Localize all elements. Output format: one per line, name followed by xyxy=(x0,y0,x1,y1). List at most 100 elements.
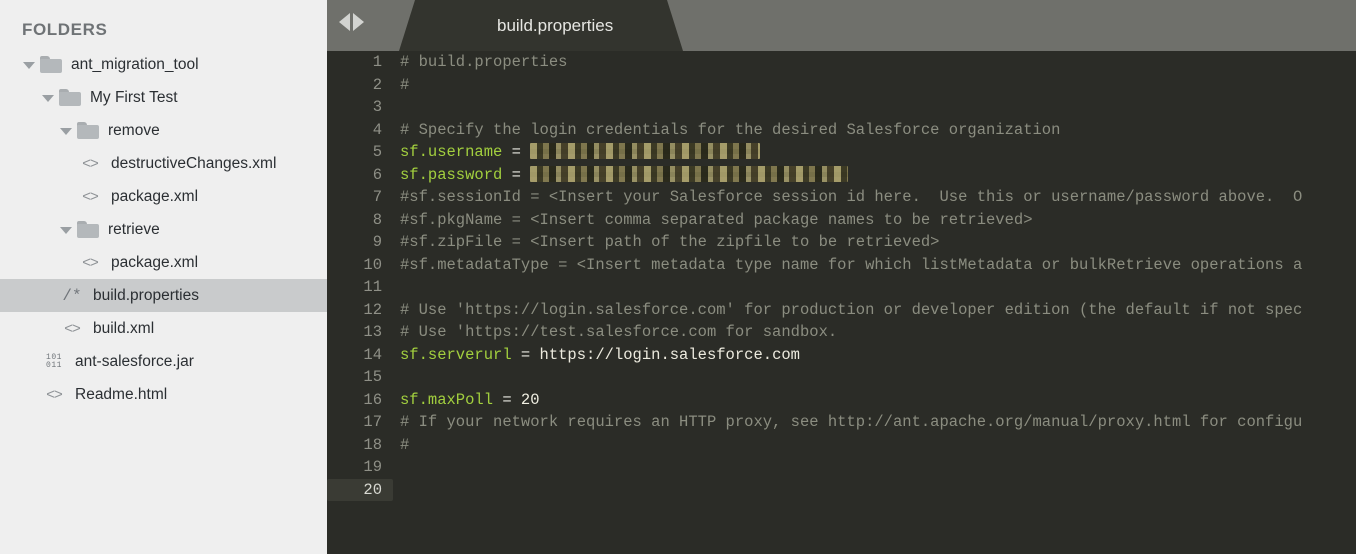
chevron-down-icon[interactable] xyxy=(59,124,72,137)
code-line[interactable]: sf.username = xyxy=(393,141,1356,164)
tree-item-my-first-test[interactable]: My First Test xyxy=(0,81,327,114)
line-number: 6 xyxy=(372,165,382,184)
tab-nav-arrows[interactable] xyxy=(339,13,364,31)
code-file-icon: <> xyxy=(46,386,63,403)
tab-build-properties[interactable]: build.properties × xyxy=(399,0,683,51)
code-line[interactable]: #sf.sessionId = <Insert your Salesforce … xyxy=(393,186,1356,209)
properties-file-icon: /* xyxy=(62,286,82,305)
file-tree: ant_migration_tool My First Test remove <> d… xyxy=(0,48,327,411)
token-comment: # If your network requires an HTTP proxy… xyxy=(400,413,1303,431)
code-line[interactable]: sf.maxPoll = 20 xyxy=(393,389,1356,412)
token-comment: #sf.pkgName = <Insert comma separated pa… xyxy=(400,210,1033,229)
tree-item-destructivechanges-xml[interactable]: <> destructiveChanges.xml xyxy=(0,147,327,180)
tree-item-package-xml[interactable]: <> package.xml xyxy=(0,246,327,279)
code-line[interactable]: # If your network requires an HTTP proxy… xyxy=(393,411,1356,434)
tree-item-ant-salesforce-jar[interactable]: 101 011 ant-salesforce.jar xyxy=(0,345,327,378)
tree-item-label: ant_migration_tool xyxy=(71,55,199,73)
arrow-right-icon[interactable] xyxy=(353,13,364,31)
token-key: sf.password xyxy=(400,165,503,184)
code-line[interactable]: #sf.metadataType = <Insert metadata type… xyxy=(393,254,1356,277)
chevron-down-icon[interactable] xyxy=(59,223,72,236)
sidebar-title: FOLDERS xyxy=(22,20,108,39)
code-line[interactable]: # Use 'https://test.salesforce.com for s… xyxy=(393,321,1356,344)
tree-item-label: Readme.html xyxy=(75,385,168,403)
code-line[interactable]: sf.password = xyxy=(393,164,1356,187)
token-eq: = xyxy=(493,390,521,409)
token-number: 20 xyxy=(520,390,540,409)
code-line[interactable]: #sf.pkgName = <Insert comma separated pa… xyxy=(393,209,1356,232)
code-line[interactable]: # Specify the login credentials for the … xyxy=(393,119,1356,142)
line-number: 16 xyxy=(363,390,382,409)
code-line[interactable]: # xyxy=(393,434,1356,457)
code-line[interactable]: #sf.zipFile = <Insert path of the zipfil… xyxy=(393,231,1356,254)
chevron-down-icon[interactable] xyxy=(22,58,35,71)
token-comment: # xyxy=(400,75,410,94)
code-line[interactable] xyxy=(393,479,1356,502)
line-number: 12 xyxy=(363,300,382,319)
code-area[interactable]: 1 2 3 4 5 6 7 8 9 10 11 12 13 14 15 16 17 18 19 20 # build.… xyxy=(327,51,1356,554)
line-number: 7 xyxy=(372,188,382,206)
tree-item-remove[interactable]: remove xyxy=(0,114,327,147)
code-line[interactable]: # Use 'https://login.salesforce.com' for… xyxy=(393,299,1356,322)
code-line[interactable]: sf.serverurl = https://login.salesforce.… xyxy=(393,344,1356,367)
close-icon[interactable]: × xyxy=(681,16,683,35)
token-key: sf.username xyxy=(400,143,503,161)
redacted-value xyxy=(530,165,849,182)
token-eq: = xyxy=(502,143,531,161)
folder-icon xyxy=(59,89,81,106)
code-content[interactable]: # build.properties # # Specify the login … xyxy=(393,51,1356,554)
line-number: 14 xyxy=(363,345,382,364)
line-number: 19 xyxy=(363,458,382,476)
tree-item-readme-html[interactable]: <> Readme.html xyxy=(0,378,327,411)
tree-item-label: package.xml xyxy=(111,253,199,271)
editor-window: FOLDERS ant_migration_tool My First Test r… xyxy=(0,0,1356,554)
folder-icon xyxy=(40,56,62,73)
code-line[interactable] xyxy=(393,276,1356,299)
line-number: 5 xyxy=(372,143,382,161)
tree-item-label: build.properties xyxy=(93,286,199,304)
tree-item-label: My First Test xyxy=(90,88,178,106)
chevron-down-icon[interactable] xyxy=(41,91,54,104)
code-line[interactable] xyxy=(393,456,1356,479)
line-number: 11 xyxy=(363,278,382,296)
tab-label: build.properties xyxy=(497,15,614,35)
line-number: 10 xyxy=(363,255,382,274)
tree-item-label: retrieve xyxy=(108,220,160,238)
line-number: 13 xyxy=(363,323,382,341)
tree-item-label: remove xyxy=(108,121,160,139)
binary-file-icon: 101 011 xyxy=(46,352,62,370)
code-line[interactable] xyxy=(393,96,1356,119)
token-key: sf.maxPoll xyxy=(400,390,494,409)
tab-bar: build.properties × xyxy=(327,0,1356,51)
token-comment: #sf.metadataType = <Insert metadata type… xyxy=(400,255,1303,274)
token-eq: = xyxy=(511,345,540,364)
token-comment: # Use 'https://login.salesforce.com' for… xyxy=(400,300,1303,319)
line-number-gutter: 1 2 3 4 5 6 7 8 9 10 11 12 13 14 15 16 17 18 19 20 xyxy=(327,51,393,554)
tree-item-package-xml[interactable]: <> package.xml xyxy=(0,180,327,213)
line-number: 20 xyxy=(327,478,393,501)
code-file-icon: <> xyxy=(82,155,99,172)
code-file-icon: <> xyxy=(64,320,81,337)
arrow-left-icon[interactable] xyxy=(339,13,350,31)
tree-item-ant-migration-tool[interactable]: ant_migration_tool xyxy=(0,48,327,81)
code-line[interactable] xyxy=(393,366,1356,389)
token-comment: # Use 'https://test.salesforce.com for s… xyxy=(400,323,838,341)
line-number: 15 xyxy=(363,368,382,386)
editor-pane: build.properties × 1 2 3 4 5 6 7 8 9 10 11 12 13 14 15… xyxy=(327,0,1356,554)
tree-item-label: package.xml xyxy=(111,187,199,205)
tree-item-label: build.xml xyxy=(93,319,155,337)
tree-item-build-xml[interactable]: <> build.xml xyxy=(0,312,327,345)
line-number: 9 xyxy=(372,233,382,251)
code-file-icon: <> xyxy=(82,188,99,205)
tree-item-build-properties[interactable]: /* build.properties xyxy=(0,279,327,312)
folder-icon xyxy=(77,122,99,139)
code-line[interactable]: # build.properties xyxy=(393,51,1356,74)
token-value: https://login.salesforce.com xyxy=(539,345,800,364)
code-file-icon: <> xyxy=(82,254,99,271)
token-comment: # Specify the login credentials for the … xyxy=(400,120,1061,139)
tree-item-label: destructiveChanges.xml xyxy=(111,154,277,172)
tree-item-retrieve[interactable]: retrieve xyxy=(0,213,327,246)
code-line[interactable]: # xyxy=(393,74,1356,97)
line-number: 17 xyxy=(363,413,382,431)
tree-item-label: ant-salesforce.jar xyxy=(75,352,194,370)
